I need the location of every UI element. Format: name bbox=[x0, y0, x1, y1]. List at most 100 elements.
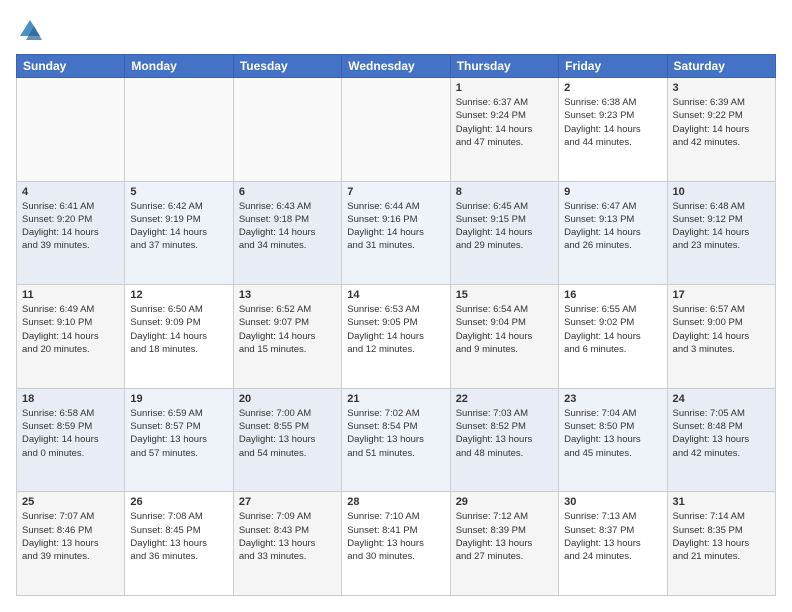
day-cell bbox=[342, 78, 450, 182]
day-info: Sunrise: 6:37 AM Sunset: 9:24 PM Dayligh… bbox=[456, 96, 553, 149]
day-cell: 27Sunrise: 7:09 AM Sunset: 8:43 PM Dayli… bbox=[233, 492, 341, 596]
day-number: 13 bbox=[239, 289, 336, 301]
calendar-table: SundayMondayTuesdayWednesdayThursdayFrid… bbox=[16, 54, 776, 596]
day-info: Sunrise: 6:49 AM Sunset: 9:10 PM Dayligh… bbox=[22, 303, 119, 356]
day-info: Sunrise: 6:59 AM Sunset: 8:57 PM Dayligh… bbox=[130, 407, 227, 460]
day-info: Sunrise: 6:43 AM Sunset: 9:18 PM Dayligh… bbox=[239, 200, 336, 253]
day-number: 29 bbox=[456, 496, 553, 508]
day-number: 24 bbox=[673, 393, 770, 405]
day-number: 7 bbox=[347, 186, 444, 198]
day-cell: 29 Sunrise: 7:12 AM Sunset: 8:39 PM Dayli… bbox=[450, 492, 558, 596]
day-header-monday: Monday bbox=[125, 55, 233, 78]
day-cell: 21 Sunrise: 7:02 AM Sunset: 8:54 PM Dayli… bbox=[342, 388, 450, 492]
day-info: Sunrise: 7:05 AM Sunset: 8:48 PM Dayligh… bbox=[673, 407, 770, 460]
day-cell: 16 Sunrise: 6:55 AM Sunset: 9:02 PM Dayli… bbox=[559, 285, 667, 389]
day-info: Sunrise: 7:13 AM Sunset: 8:37 PM Dayligh… bbox=[564, 510, 661, 563]
day-cell: 9 Sunrise: 6:47 AM Sunset: 9:13 PM Daylig… bbox=[559, 181, 667, 285]
day-cell: 26Sunrise: 7:08 AM Sunset: 8:45 PM Dayli… bbox=[125, 492, 233, 596]
day-number: 8 bbox=[456, 186, 553, 198]
day-cell: 11 Sunrise: 6:49 AM Sunset: 9:10 PM Dayli… bbox=[17, 285, 125, 389]
day-cell: 20 Sunrise: 7:00 AM Sunset: 8:55 PM Dayli… bbox=[233, 388, 341, 492]
day-cell: 10 Sunrise: 6:48 AM Sunset: 9:12 PM Dayli… bbox=[667, 181, 775, 285]
day-cell: 1 Sunrise: 6:37 AM Sunset: 9:24 PM Daylig… bbox=[450, 78, 558, 182]
week-row-3: 11 Sunrise: 6:49 AM Sunset: 9:10 PM Dayli… bbox=[17, 285, 776, 389]
day-cell: 31 Sunrise: 7:14 AM Sunset: 8:35 PM Dayli… bbox=[667, 492, 775, 596]
day-info: Sunrise: 6:47 AM Sunset: 9:13 PM Dayligh… bbox=[564, 200, 661, 253]
day-info: Sunrise: 7:14 AM Sunset: 8:35 PM Dayligh… bbox=[673, 510, 770, 563]
day-number: 14 bbox=[347, 289, 444, 301]
day-number: 18 bbox=[22, 393, 119, 405]
day-number: 5 bbox=[130, 186, 227, 198]
day-header-sunday: Sunday bbox=[17, 55, 125, 78]
day-info: Sunrise: 6:55 AM Sunset: 9:02 PM Dayligh… bbox=[564, 303, 661, 356]
day-info: Sunrise: 6:58 AM Sunset: 8:59 PM Dayligh… bbox=[22, 407, 119, 460]
day-info: Sunrise: 7:02 AM Sunset: 8:54 PM Dayligh… bbox=[347, 407, 444, 460]
day-info: Sunrise: 6:53 AM Sunset: 9:05 PM Dayligh… bbox=[347, 303, 444, 356]
day-number: 30 bbox=[564, 496, 661, 508]
day-number: 9 bbox=[564, 186, 661, 198]
day-cell bbox=[125, 78, 233, 182]
header bbox=[16, 16, 776, 44]
day-number: 25 bbox=[22, 496, 119, 508]
day-number: 6 bbox=[239, 186, 336, 198]
day-info: Sunrise: 6:42 AM Sunset: 9:19 PM Dayligh… bbox=[130, 200, 227, 253]
day-number: 12 bbox=[130, 289, 227, 301]
week-row-2: 4 Sunrise: 6:41 AM Sunset: 9:20 PM Daylig… bbox=[17, 181, 776, 285]
day-info: Sunrise: 6:39 AM Sunset: 9:22 PM Dayligh… bbox=[673, 96, 770, 149]
logo-icon bbox=[16, 16, 44, 44]
day-cell: 19Sunrise: 6:59 AM Sunset: 8:57 PM Dayli… bbox=[125, 388, 233, 492]
day-number: 4 bbox=[22, 186, 119, 198]
day-number: 22 bbox=[456, 393, 553, 405]
day-number: 15 bbox=[456, 289, 553, 301]
day-info: Sunrise: 6:48 AM Sunset: 9:12 PM Dayligh… bbox=[673, 200, 770, 253]
day-header-thursday: Thursday bbox=[450, 55, 558, 78]
day-cell: 4 Sunrise: 6:41 AM Sunset: 9:20 PM Daylig… bbox=[17, 181, 125, 285]
day-info: Sunrise: 6:54 AM Sunset: 9:04 PM Dayligh… bbox=[456, 303, 553, 356]
day-number: 11 bbox=[22, 289, 119, 301]
day-number: 20 bbox=[239, 393, 336, 405]
day-number: 17 bbox=[673, 289, 770, 301]
day-cell: 25Sunrise: 7:07 AM Sunset: 8:46 PM Dayli… bbox=[17, 492, 125, 596]
day-info: Sunrise: 7:10 AM Sunset: 8:41 PM Dayligh… bbox=[347, 510, 444, 563]
day-cell: 30 Sunrise: 7:13 AM Sunset: 8:37 PM Dayli… bbox=[559, 492, 667, 596]
day-number: 31 bbox=[673, 496, 770, 508]
day-header-friday: Friday bbox=[559, 55, 667, 78]
day-info: Sunrise: 6:45 AM Sunset: 9:15 PM Dayligh… bbox=[456, 200, 553, 253]
day-number: 16 bbox=[564, 289, 661, 301]
day-cell: 24 Sunrise: 7:05 AM Sunset: 8:48 PM Dayli… bbox=[667, 388, 775, 492]
day-cell: 2Sunrise: 6:38 AM Sunset: 9:23 PM Daylig… bbox=[559, 78, 667, 182]
day-cell: 15 Sunrise: 6:54 AM Sunset: 9:04 PM Dayli… bbox=[450, 285, 558, 389]
page: SundayMondayTuesdayWednesdayThursdayFrid… bbox=[0, 0, 792, 612]
day-info: Sunrise: 7:03 AM Sunset: 8:52 PM Dayligh… bbox=[456, 407, 553, 460]
day-cell: 28Sunrise: 7:10 AM Sunset: 8:41 PM Dayli… bbox=[342, 492, 450, 596]
day-cell bbox=[233, 78, 341, 182]
day-cell: 17 Sunrise: 6:57 AM Sunset: 9:00 PM Dayli… bbox=[667, 285, 775, 389]
day-cell: 12Sunrise: 6:50 AM Sunset: 9:09 PM Dayli… bbox=[125, 285, 233, 389]
day-header-tuesday: Tuesday bbox=[233, 55, 341, 78]
day-number: 1 bbox=[456, 82, 553, 94]
day-number: 10 bbox=[673, 186, 770, 198]
day-number: 26 bbox=[130, 496, 227, 508]
day-info: Sunrise: 6:57 AM Sunset: 9:00 PM Dayligh… bbox=[673, 303, 770, 356]
day-number: 3 bbox=[673, 82, 770, 94]
day-cell bbox=[17, 78, 125, 182]
day-info: Sunrise: 7:00 AM Sunset: 8:55 PM Dayligh… bbox=[239, 407, 336, 460]
day-number: 23 bbox=[564, 393, 661, 405]
day-number: 2 bbox=[564, 82, 661, 94]
day-info: Sunrise: 6:41 AM Sunset: 9:20 PM Dayligh… bbox=[22, 200, 119, 253]
day-info: Sunrise: 6:44 AM Sunset: 9:16 PM Dayligh… bbox=[347, 200, 444, 253]
day-info: Sunrise: 7:12 AM Sunset: 8:39 PM Dayligh… bbox=[456, 510, 553, 563]
days-header-row: SundayMondayTuesdayWednesdayThursdayFrid… bbox=[17, 55, 776, 78]
day-cell: 8 Sunrise: 6:45 AM Sunset: 9:15 PM Daylig… bbox=[450, 181, 558, 285]
day-header-saturday: Saturday bbox=[667, 55, 775, 78]
day-number: 21 bbox=[347, 393, 444, 405]
day-cell: 13Sunrise: 6:52 AM Sunset: 9:07 PM Dayli… bbox=[233, 285, 341, 389]
day-cell: 7 Sunrise: 6:44 AM Sunset: 9:16 PM Daylig… bbox=[342, 181, 450, 285]
week-row-1: 1 Sunrise: 6:37 AM Sunset: 9:24 PM Daylig… bbox=[17, 78, 776, 182]
week-row-5: 25Sunrise: 7:07 AM Sunset: 8:46 PM Dayli… bbox=[17, 492, 776, 596]
day-cell: 3 Sunrise: 6:39 AM Sunset: 9:22 PM Daylig… bbox=[667, 78, 775, 182]
day-cell: 18 Sunrise: 6:58 AM Sunset: 8:59 PM Dayli… bbox=[17, 388, 125, 492]
day-cell: 6 Sunrise: 6:43 AM Sunset: 9:18 PM Daylig… bbox=[233, 181, 341, 285]
logo bbox=[16, 16, 48, 44]
day-info: Sunrise: 7:09 AM Sunset: 8:43 PM Dayligh… bbox=[239, 510, 336, 563]
